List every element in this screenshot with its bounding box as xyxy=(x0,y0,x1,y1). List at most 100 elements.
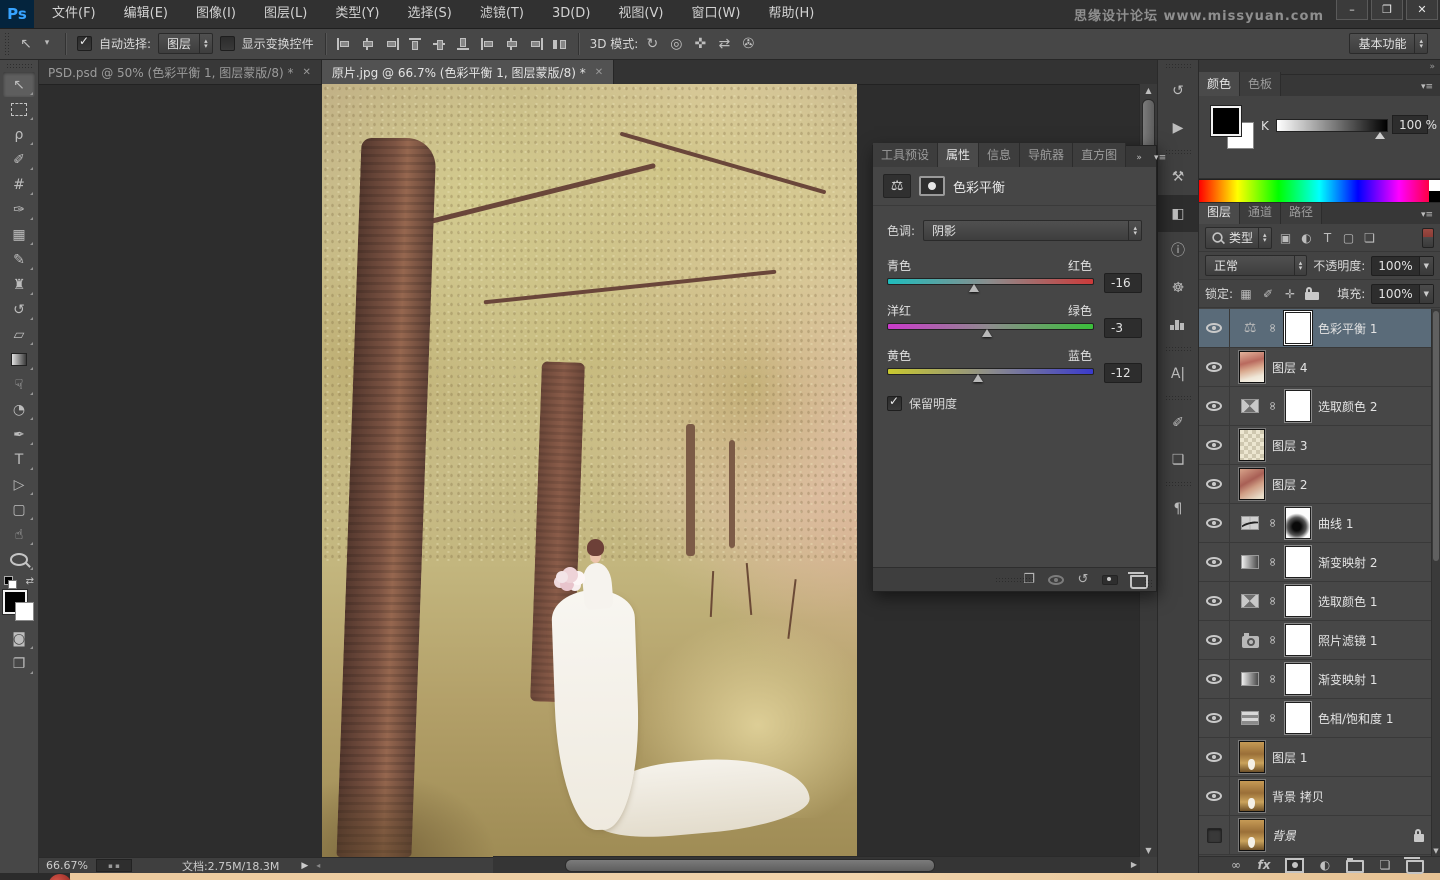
close-tab-icon[interactable]: ✕ xyxy=(595,67,603,78)
menu-item[interactable]: 视图(V) xyxy=(604,0,677,28)
black-white-picker[interactable] xyxy=(1429,180,1440,202)
layer-thumbnail[interactable] xyxy=(1239,780,1265,812)
layer-name[interactable]: 色彩平衡 1 xyxy=(1318,320,1377,337)
layer-name[interactable]: 图层 1 xyxy=(1272,749,1307,766)
minimize-button[interactable]: – xyxy=(1336,0,1368,20)
slider-track[interactable] xyxy=(887,278,1094,292)
layer-style-icon[interactable]: fx xyxy=(1257,859,1271,871)
workspace-dropdown[interactable]: 基本功能 xyxy=(1349,33,1428,54)
foreground-color-swatch[interactable] xyxy=(1211,106,1241,136)
visibility-icon[interactable] xyxy=(1206,440,1222,450)
add-mask-icon[interactable] xyxy=(1285,857,1304,873)
layer-visibility-cell[interactable] xyxy=(1199,543,1230,581)
layer-row[interactable]: ∞ 渐变映射 2 xyxy=(1199,543,1440,582)
history-brush-tool-button[interactable]: ↺ xyxy=(3,297,35,322)
panel-menu-icon[interactable]: ▾≡ xyxy=(1420,211,1434,220)
horizontal-scrollbar[interactable]: ▶ xyxy=(493,856,1140,873)
path-select-tool-button[interactable]: ▷ xyxy=(3,472,35,497)
type-tool-button[interactable]: T xyxy=(3,447,35,472)
align-left-icon[interactable] xyxy=(336,37,351,50)
pen-tool-button[interactable]: ✒ xyxy=(3,422,35,447)
layer-thumbnail[interactable] xyxy=(1239,819,1265,851)
layer-mask-icon[interactable] xyxy=(919,176,945,196)
menu-item[interactable]: 窗口(W) xyxy=(677,0,754,28)
quick-select-tool-button[interactable]: ✐ xyxy=(3,147,35,172)
threed-rotate-icon[interactable]: ↻ xyxy=(645,37,659,51)
restore-button[interactable]: ❐ xyxy=(1371,0,1403,20)
layer-visibility-cell[interactable] xyxy=(1199,699,1230,737)
layer-thumbnail[interactable] xyxy=(1239,351,1265,383)
layer-mask-thumbnail[interactable] xyxy=(1285,702,1311,734)
lock-all-icon[interactable] xyxy=(1305,287,1320,300)
gradient-tool-button[interactable] xyxy=(3,347,35,372)
visibility-icon[interactable] xyxy=(1206,479,1222,489)
dock-grip[interactable] xyxy=(1165,481,1191,487)
marquee-tool-button[interactable] xyxy=(3,97,35,122)
layer-row[interactable]: ∞ 色相/饱和度 1 xyxy=(1199,699,1440,738)
fill-field[interactable]: 100% ▼ xyxy=(1371,283,1434,304)
shape-tool-button[interactable]: ▢ xyxy=(3,497,35,522)
color-balance-icon[interactable]: ⚖ xyxy=(883,174,911,198)
k-value-field[interactable]: 100 xyxy=(1392,115,1428,134)
layer-thumbnail[interactable] xyxy=(1239,429,1265,461)
layer-visibility-cell[interactable] xyxy=(1199,426,1230,464)
layer-thumbnail[interactable] xyxy=(1239,741,1265,773)
properties-tab[interactable]: 信息 xyxy=(979,143,1021,167)
threed-drag-icon[interactable]: ✜ xyxy=(693,37,707,51)
move-tool-button[interactable]: ↖ xyxy=(3,72,35,97)
down-arrow-icon[interactable]: ▼ xyxy=(1418,256,1433,275)
menu-item[interactable]: 选择(S) xyxy=(393,0,465,28)
layers-scroll-thumb[interactable] xyxy=(1433,311,1439,561)
menu-item[interactable]: 文件(F) xyxy=(38,0,110,28)
lasso-tool-button[interactable]: ρ xyxy=(3,122,35,147)
visibility-icon[interactable] xyxy=(1206,713,1222,723)
align-top-icon[interactable] xyxy=(408,37,423,50)
align-vcenter-icon[interactable] xyxy=(432,38,447,50)
pixel-filter-icon[interactable]: ▣ xyxy=(1279,232,1293,244)
color-panel-tab[interactable]: 颜色 xyxy=(1199,72,1241,96)
new-layer-icon[interactable]: ❏ xyxy=(1378,859,1392,871)
dock-grip[interactable] xyxy=(1165,346,1191,352)
menu-item[interactable]: 图像(I) xyxy=(182,0,250,28)
slider-value-field[interactable]: -12 xyxy=(1104,363,1142,383)
navigator-panel-button[interactable]: ☸ xyxy=(1158,269,1198,306)
toggle-visibility-icon[interactable] xyxy=(1102,574,1118,585)
layer-name[interactable]: 色相/饱和度 1 xyxy=(1318,710,1394,727)
layer-visibility-cell[interactable] xyxy=(1199,465,1230,503)
character-panel-button[interactable]: A| xyxy=(1158,355,1198,392)
scroll-right-icon[interactable]: ▶ xyxy=(1131,860,1137,869)
layer-name[interactable]: 背景 xyxy=(1272,827,1296,844)
close-tab-icon[interactable]: ✕ xyxy=(302,67,310,78)
opacity-field[interactable]: 100% ▼ xyxy=(1371,255,1434,276)
layer-name[interactable]: 背景 拷贝 xyxy=(1272,788,1324,805)
menu-item[interactable]: 图层(L) xyxy=(250,0,321,28)
visibility-icon[interactable] xyxy=(1206,401,1222,411)
filter-toggle-icon[interactable] xyxy=(1422,227,1434,248)
down-arrow-icon[interactable]: ▼ xyxy=(1418,284,1433,303)
visibility-icon[interactable] xyxy=(1206,323,1222,333)
smartobj-filter-icon[interactable]: ❏ xyxy=(1363,232,1377,244)
actions-panel-button[interactable]: ▶ xyxy=(1158,109,1198,146)
visibility-icon[interactable] xyxy=(1206,791,1222,801)
menu-item[interactable]: 类型(Y) xyxy=(321,0,393,28)
layer-visibility-cell[interactable] xyxy=(1199,738,1230,776)
layers-panel-tab[interactable]: 通道 xyxy=(1240,200,1282,224)
panel-resize-grip[interactable] xyxy=(994,577,1035,582)
properties-tab[interactable]: 直方图 xyxy=(1073,143,1127,167)
layer-visibility-cell[interactable] xyxy=(1199,660,1230,698)
layers-panel-tab[interactable]: 路径 xyxy=(1281,200,1323,224)
clone-stamp-tool-button[interactable]: ♜ xyxy=(3,272,35,297)
dodge-tool-button[interactable]: ◔ xyxy=(3,397,35,422)
collapse-panels-icon[interactable]: » xyxy=(1132,154,1146,163)
layer-name[interactable]: 图层 3 xyxy=(1272,437,1307,454)
status-popup-arrow-icon[interactable]: ▶ xyxy=(301,861,308,871)
layer-visibility-cell[interactable] xyxy=(1199,387,1230,425)
layer-name[interactable]: 选取颜色 1 xyxy=(1318,593,1377,610)
quick-mask-button[interactable]: ◙ xyxy=(3,626,35,651)
smudge-tool-button[interactable]: ☟ xyxy=(3,372,35,397)
slider-thumb[interactable] xyxy=(973,374,984,382)
visibility-icon[interactable] xyxy=(1206,557,1222,567)
layer-name[interactable]: 渐变映射 1 xyxy=(1318,671,1377,688)
threed-roll-icon[interactable]: ◎ xyxy=(669,37,683,51)
panel-corner-grip[interactable] xyxy=(1144,579,1154,589)
